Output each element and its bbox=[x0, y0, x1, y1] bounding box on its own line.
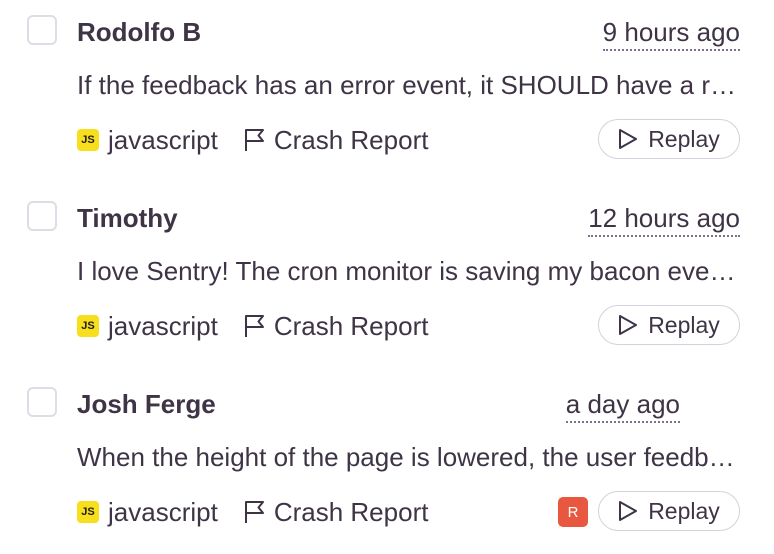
replay-label: Replay bbox=[648, 311, 720, 338]
replay-button[interactable]: Replay bbox=[598, 119, 740, 159]
feedback-message: I love Sentry! The cron monitor is savin… bbox=[77, 256, 739, 286]
feedback-item[interactable]: Josh Ferge a day ago When the height of … bbox=[0, 372, 774, 554]
flag-icon bbox=[244, 315, 264, 337]
platform-label: javascript bbox=[108, 496, 218, 527]
play-icon bbox=[619, 501, 638, 521]
feedback-meta: JS javascript Crash Report bbox=[77, 120, 428, 160]
replay-label: Replay bbox=[648, 497, 720, 524]
category-label: Crash Report bbox=[273, 496, 429, 527]
replay-button[interactable]: Replay bbox=[598, 491, 740, 531]
play-icon bbox=[619, 129, 638, 149]
javascript-icon: JS bbox=[77, 501, 99, 523]
feedback-message: If the feedback has an error event, it S… bbox=[77, 70, 739, 100]
feedback-timestamp: a day ago bbox=[565, 387, 680, 423]
select-checkbox[interactable] bbox=[27, 201, 57, 231]
feedback-user-name: Rodolfo B bbox=[77, 17, 202, 47]
feedback-list: Rodolfo B 9 hours ago If the feedback ha… bbox=[0, 0, 774, 554]
category-label: Crash Report bbox=[273, 124, 429, 155]
flag-icon bbox=[244, 501, 264, 523]
assignee-avatar[interactable]: R bbox=[558, 497, 588, 527]
select-checkbox[interactable] bbox=[27, 387, 57, 417]
feedback-timestamp: 12 hours ago bbox=[588, 201, 740, 237]
play-icon bbox=[619, 315, 638, 335]
platform-label: javascript bbox=[108, 310, 218, 341]
select-checkbox[interactable] bbox=[27, 15, 57, 45]
feedback-timestamp: 9 hours ago bbox=[602, 15, 740, 51]
javascript-icon: JS bbox=[77, 315, 99, 337]
feedback-item[interactable]: Rodolfo B 9 hours ago If the feedback ha… bbox=[0, 0, 774, 186]
feedback-meta: JS javascript Crash Report bbox=[77, 306, 428, 346]
platform-label: javascript bbox=[108, 124, 218, 155]
feedback-user-name: Timothy bbox=[77, 203, 178, 233]
feedback-meta: JS javascript Crash Report bbox=[77, 492, 428, 532]
feedback-item[interactable]: Timothy 12 hours ago I love Sentry! The … bbox=[0, 186, 774, 372]
category-label: Crash Report bbox=[273, 310, 429, 341]
replay-button[interactable]: Replay bbox=[598, 305, 740, 345]
javascript-icon: JS bbox=[77, 129, 99, 151]
feedback-user-name: Josh Ferge bbox=[77, 389, 216, 419]
replay-label: Replay bbox=[648, 125, 720, 152]
feedback-message: When the height of the page is lowered, … bbox=[77, 442, 739, 472]
flag-icon bbox=[244, 129, 264, 151]
